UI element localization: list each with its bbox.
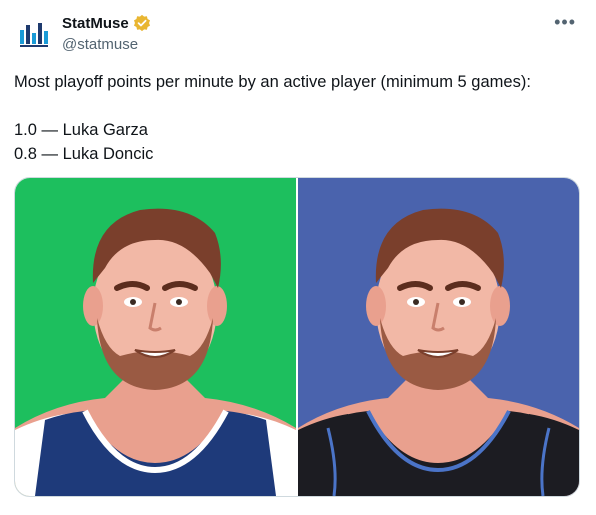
tweet-line-blank	[14, 94, 582, 118]
author-display-name[interactable]: StatMuse	[62, 15, 129, 32]
author-handle[interactable]: @statmuse	[62, 36, 138, 53]
tweet-text: Most playoff points per minute by an act…	[14, 70, 582, 166]
statmuse-logo-icon	[20, 23, 48, 47]
player-illustration-doncic	[298, 178, 579, 496]
tweet-line-1: Most playoff points per minute by an act…	[14, 73, 531, 91]
tweet: StatMuse @statmuse ••• Most playoff poin…	[0, 0, 596, 515]
player-image-luka-garza[interactable]	[15, 178, 296, 496]
more-options-icon[interactable]: •••	[554, 12, 576, 33]
tweet-media[interactable]	[14, 177, 580, 497]
player-image-luka-doncic[interactable]	[298, 178, 579, 496]
player-illustration-garza	[15, 178, 296, 496]
verified-badge-icon[interactable]	[133, 14, 151, 32]
tweet-line-4: 0.8 — Luka Doncic	[14, 145, 154, 163]
author-avatar[interactable]	[14, 14, 54, 54]
author-name-row: StatMuse	[62, 14, 151, 32]
tweet-line-3: 1.0 — Luka Garza	[14, 121, 148, 139]
